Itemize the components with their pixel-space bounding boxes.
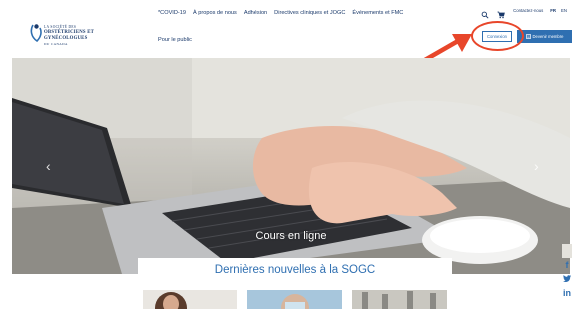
news-card-image[interactable] xyxy=(352,290,447,309)
carousel-prev-button[interactable]: ‹ xyxy=(46,158,51,174)
social-share-rail: f in xyxy=(561,244,573,300)
logo-text-line4: DU CANADA xyxy=(44,42,68,46)
become-member-label: Devenir membre xyxy=(532,34,564,39)
search-icon[interactable] xyxy=(481,6,489,19)
share-more-button[interactable] xyxy=(562,244,572,258)
logo-emblem-icon xyxy=(30,24,42,43)
carousel-next-button[interactable]: › xyxy=(534,158,539,174)
nav-item-covid[interactable]: *COVID-19 xyxy=(158,10,186,16)
member-card-icon xyxy=(525,34,531,39)
hero-caption[interactable]: Cours en ligne xyxy=(12,230,570,242)
utility-bar: Contactez-nous FR EN xyxy=(481,6,572,19)
cart-icon[interactable] xyxy=(497,6,506,19)
logo-text-line1: LA SOCIÉTÉ DES xyxy=(44,25,77,29)
news-section-title: Dernières nouvelles à la SOGC xyxy=(138,258,452,280)
nav-item-public[interactable]: Pour le public xyxy=(158,37,192,43)
lang-en-link[interactable]: EN xyxy=(561,8,567,13)
logo-text-line2: OBSTÉTRICIENS ET xyxy=(44,30,94,35)
hero-carousel: ‹ › Cours en ligne xyxy=(12,58,570,274)
nav-item-events[interactable]: Événements et FMC xyxy=(352,10,403,16)
facebook-icon[interactable]: f xyxy=(561,258,573,272)
nav-item-guidelines[interactable]: Directives cliniques et JOGC xyxy=(274,10,345,16)
nav-item-about[interactable]: À propos de nous xyxy=(193,10,237,16)
nav-item-membership[interactable]: Adhésion xyxy=(244,10,267,16)
main-nav: *COVID-19 À propos de nous Adhésion Dire… xyxy=(158,10,410,16)
become-member-button[interactable]: Devenir membre xyxy=(517,30,572,43)
twitter-icon[interactable] xyxy=(561,272,573,286)
sogc-logo[interactable]: LA SOCIÉTÉ DES OBSTÉTRICIENS ET GYNÉCOLO… xyxy=(30,22,102,48)
news-card-image[interactable] xyxy=(247,290,342,309)
linkedin-icon[interactable]: in xyxy=(561,286,573,300)
lang-fr-link[interactable]: FR xyxy=(550,8,556,13)
news-card-image[interactable] xyxy=(143,290,237,309)
logo-text-line3: GYNÉCOLOGUES xyxy=(44,36,88,41)
contact-link[interactable]: Contactez-nous xyxy=(513,8,543,13)
